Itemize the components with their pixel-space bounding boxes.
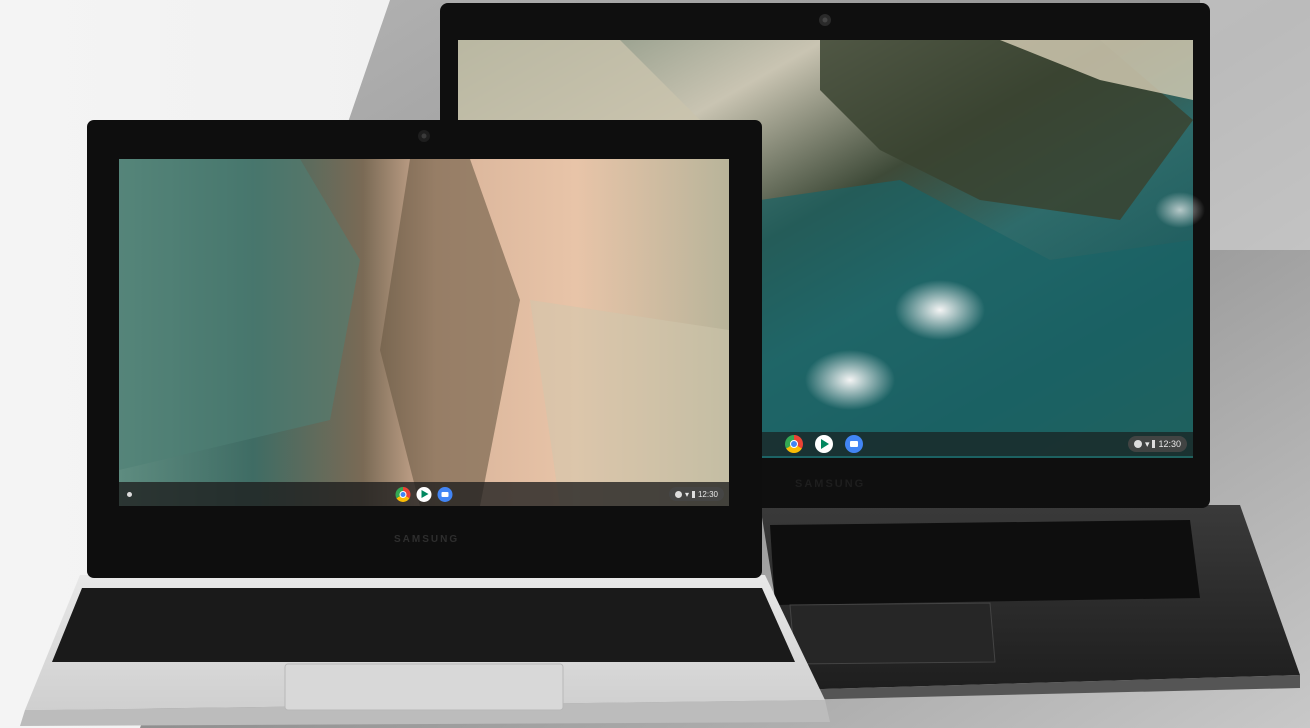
front-status-tray[interactable]: ▾ 12:30 — [668, 487, 724, 501]
files-icon[interactable] — [437, 486, 453, 502]
play-store-icon[interactable] — [416, 486, 432, 502]
front-shelf: ▾ 12:30 — [119, 482, 729, 506]
front-brand-logo: SAMSUNG — [394, 534, 460, 545]
account-icon — [674, 490, 682, 498]
wifi-icon: ▾ — [684, 489, 689, 499]
front-shelf-time: 12:30 — [697, 489, 718, 499]
battery-icon — [691, 490, 695, 498]
launcher-icon[interactable] — [127, 491, 132, 497]
front-screen-shelf-area: ▾ 12:30 — [119, 482, 729, 506]
chrome-icon[interactable] — [395, 486, 411, 502]
front-laptop — [20, 120, 830, 726]
